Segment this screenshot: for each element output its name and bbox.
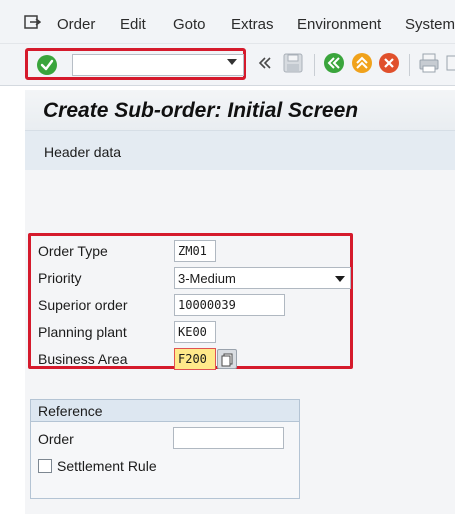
cancel-icon[interactable]	[378, 52, 400, 74]
business-area-input[interactable]: F200	[174, 348, 216, 370]
order-type-label: Order Type	[38, 243, 108, 259]
menu-system[interactable]: System	[405, 16, 455, 33]
double-chevron-left-icon[interactable]	[258, 56, 272, 70]
order-type-row: Order Type ZM01	[31, 239, 350, 265]
superior-order-label: Superior order	[38, 297, 128, 313]
header-data-button[interactable]: Header data	[44, 144, 121, 160]
copy-icon	[221, 353, 233, 367]
menu-goto[interactable]: Goto	[173, 16, 206, 33]
exit-menu-icon[interactable]	[24, 15, 41, 30]
chevron-down-icon[interactable]	[335, 276, 345, 282]
application-toolbar: Header data	[25, 130, 455, 170]
priority-selected-value: 3-Medium	[178, 271, 236, 286]
command-field-input[interactable]	[72, 54, 244, 76]
menu-order[interactable]: Order	[57, 16, 95, 33]
planning-plant-row: Planning plant KE00	[31, 320, 350, 346]
value-help-button[interactable]	[217, 349, 237, 369]
green-check-icon[interactable]	[37, 55, 57, 75]
order-type-input[interactable]: ZM01	[174, 240, 216, 262]
settlement-rule-checkbox[interactable]	[38, 459, 52, 473]
menu-edit[interactable]: Edit	[120, 16, 146, 33]
exit-icon[interactable]	[351, 52, 373, 74]
chevron-down-icon[interactable]	[227, 59, 237, 65]
print-icon[interactable]	[418, 52, 440, 74]
find-icon[interactable]	[445, 52, 455, 74]
command-field-highlight	[25, 48, 246, 80]
back-icon[interactable]	[323, 52, 345, 74]
business-area-label: Business Area	[38, 351, 128, 367]
priority-label: Priority	[38, 270, 82, 286]
settlement-rule-label: Settlement Rule	[57, 458, 157, 474]
planning-plant-input[interactable]: KE00	[174, 321, 216, 343]
reference-order-input[interactable]	[173, 427, 284, 449]
priority-row: Priority 3-Medium	[31, 266, 351, 292]
reference-order-label: Order	[38, 431, 74, 447]
toolbar-separator	[314, 54, 315, 76]
menu-extras[interactable]: Extras	[231, 16, 274, 33]
reference-group-title: Reference	[38, 403, 103, 419]
priority-select[interactable]: 3-Medium	[174, 267, 351, 289]
planning-plant-label: Planning plant	[38, 324, 127, 340]
business-area-row: Business Area F200	[31, 347, 350, 373]
save-icon[interactable]	[282, 52, 304, 74]
screen-title-bar: Create Sub-order: Initial Screen	[25, 90, 455, 130]
standard-toolbar	[0, 44, 455, 86]
page-title: Create Sub-order: Initial Screen	[43, 99, 359, 122]
superior-order-input[interactable]: 10000039	[174, 294, 285, 316]
superior-order-row: Superior order 10000039	[31, 293, 350, 319]
toolbar-separator	[409, 54, 410, 76]
reference-group: Reference Order Settlement Rule	[30, 399, 300, 499]
order-initial-fields-highlight: Order Type ZM01 Priority 3-Medium Superi…	[28, 233, 353, 370]
menu-environment[interactable]: Environment	[297, 16, 381, 33]
reference-group-header: Reference	[31, 400, 299, 422]
menu-bar: Order Edit Goto Extras Environment Syste…	[0, 0, 455, 44]
